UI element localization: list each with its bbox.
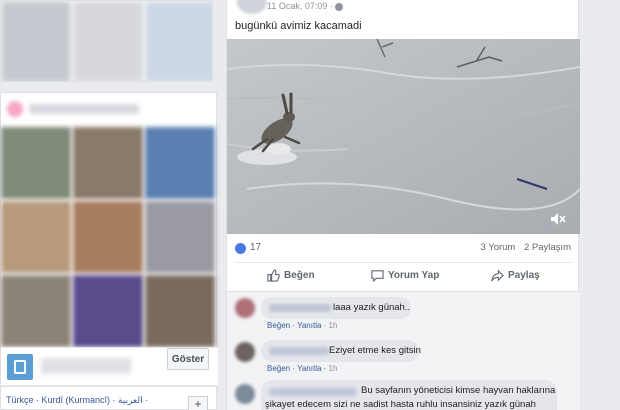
member-photo[interactable] [1, 127, 71, 199]
comment-label: Yorum Yap [388, 270, 440, 281]
add-language-button[interactable]: + [188, 396, 208, 410]
commenter-avatar[interactable] [235, 298, 255, 318]
language-links[interactable]: Türkçe · Kurdî (Kurmancî) · العربية · [6, 395, 148, 406]
photo-tile[interactable] [73, 1, 143, 81]
language-box: Türkçe · Kurdî (Kurmancî) · العربية · + [0, 386, 217, 410]
author-avatar[interactable] [237, 0, 267, 14]
groups-box: Göster [0, 92, 218, 385]
volume-mute-icon[interactable] [550, 212, 566, 226]
comment-meta: Beğen · Yanıtla · 1h [267, 321, 338, 330]
share-icon [491, 269, 504, 282]
photo-strip[interactable] [0, 0, 213, 82]
groups-title[interactable] [29, 104, 139, 114]
member-photo[interactable] [145, 275, 215, 347]
comment-bubble: laaa yazık günah.. [261, 297, 411, 319]
comment-reply-link[interactable]: Yanıtla [297, 321, 321, 330]
member-photo[interactable] [73, 201, 143, 273]
post-stats: 17 3 Yorum 2 Paylaşım [227, 234, 580, 260]
comment-text-line2: şikayet edecem sizi ne sadist hasta ruhl… [265, 399, 536, 410]
like-reaction-icon[interactable] [235, 243, 246, 254]
member-photo[interactable] [145, 127, 215, 199]
commenter-avatar[interactable] [235, 342, 255, 362]
photo-tile[interactable] [145, 1, 212, 81]
comment-icon [371, 270, 384, 282]
member-photo[interactable] [145, 201, 215, 273]
photo-tile[interactable] [1, 1, 71, 81]
post-caption: bugünkü avimiz kacamadi [235, 20, 362, 32]
group-icon [7, 101, 23, 117]
post-timestamp[interactable]: 11 Ocak, 07:09 · [267, 1, 343, 11]
comment-button[interactable]: Yorum Yap [371, 269, 439, 282]
show-button[interactable]: Göster [167, 348, 209, 370]
comments-section: laaa yazık günah.. Beğen · Yanıtla · 1h … [227, 291, 580, 410]
comment-like-link[interactable]: Beğen [267, 321, 290, 330]
like-button[interactable]: Beğen [267, 269, 315, 282]
member-photo[interactable] [1, 201, 71, 273]
comment-text: Eziyet etme kes gitsin [329, 345, 421, 356]
comment-bubble: Eziyet etme kes gitsin [261, 340, 421, 362]
post-card: 11 Ocak, 07:09 · bugünkü avimiz kacamadi [226, 0, 580, 410]
comment-bubble: Bu sayfanın yöneticisi kimse hayvan hakl… [261, 380, 557, 410]
comment-text-line1: Bu sayfanın yöneticisi kimse hayvan hakl… [361, 385, 556, 396]
groups-header [7, 99, 207, 119]
share-label: Paylaş [508, 270, 540, 281]
suggestion-text [41, 358, 131, 374]
comment-time[interactable]: 1h [329, 364, 338, 373]
member-photo[interactable] [73, 275, 143, 347]
commenter-name[interactable] [269, 304, 331, 312]
member-photo[interactable] [1, 275, 71, 347]
like-count[interactable]: 17 [250, 242, 261, 253]
commenter-name[interactable] [269, 347, 329, 355]
comment-time[interactable]: 1h [329, 321, 338, 330]
document-icon [7, 354, 33, 380]
commenter-name[interactable] [269, 388, 357, 396]
member-grid [1, 127, 218, 355]
comment-like-link[interactable]: Beğen [267, 364, 290, 373]
left-sidebar: Göster Türkçe · Kurdî (Kurmancî) · العرب… [0, 0, 218, 410]
thumbs-up-icon [267, 269, 280, 282]
like-label: Beğen [284, 270, 315, 281]
shares-count[interactable]: 2 Paylaşım [524, 242, 571, 253]
snow-scene [227, 39, 580, 234]
video-player[interactable] [227, 39, 580, 234]
comments-count[interactable]: 3 Yorum [480, 242, 515, 253]
comment-text: laaa yazık günah.. [333, 302, 411, 313]
stat-links: 3 Yorum 2 Paylaşım [474, 242, 571, 253]
commenter-avatar[interactable] [235, 384, 255, 404]
member-photo[interactable] [73, 127, 143, 199]
comment-reply-link[interactable]: Yanıtla [297, 364, 321, 373]
globe-icon [334, 2, 343, 11]
action-bar: Beğen Yorum Yap Paylaş [235, 262, 572, 290]
share-button[interactable]: Paylaş [491, 269, 540, 282]
comment-meta: Beğen · Yanıtla · 1h [267, 364, 338, 373]
